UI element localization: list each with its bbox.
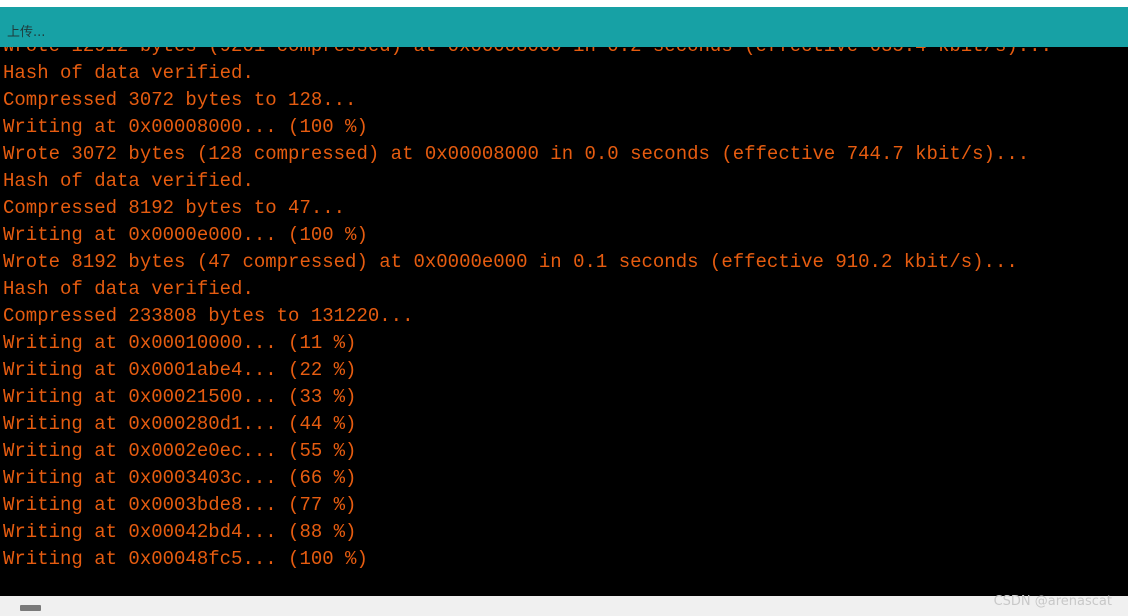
console-line: Writing at 0x00010000... (11 %)	[3, 332, 357, 354]
console-line: Hash of data verified.	[3, 170, 254, 192]
console-line: Writing at 0x00048fc5... (100 %)	[3, 548, 368, 570]
console-line: Wrote 8192 bytes (47 compressed) at 0x00…	[3, 251, 1018, 273]
upload-status-bar: 上传...	[0, 7, 1128, 47]
console-line: Writing at 0x0003403c... (66 %)	[3, 467, 357, 489]
console-line: Hash of data verified.	[3, 62, 254, 84]
console-line: Compressed 233808 bytes to 131220...	[3, 305, 414, 327]
console-line: Wrote 12912 bytes (9201 compressed) at 0…	[3, 47, 1052, 60]
console-line: Writing at 0x0002e0ec... (55 %)	[3, 440, 357, 462]
console-line: Hash of data verified.	[3, 278, 254, 300]
upload-status-text: 上传...	[7, 25, 46, 40]
console-line: Writing at 0x0001abe4... (22 %)	[3, 359, 357, 381]
watermark-text: CSDN @arenascat	[993, 594, 1112, 609]
bottom-scrollbar-track[interactable]	[0, 596, 1128, 616]
console-line: Compressed 8192 bytes to 47...	[3, 197, 346, 219]
scrollbar-thumb[interactable]	[20, 605, 41, 611]
serial-output-console[interactable]: Wrote 12912 bytes (9201 compressed) at 0…	[0, 47, 1128, 596]
console-line: Writing at 0x0000e000... (100 %)	[3, 224, 368, 246]
console-line: Writing at 0x000280d1... (44 %)	[3, 413, 357, 435]
console-line: Writing at 0x00008000... (100 %)	[3, 116, 368, 138]
console-line: Writing at 0x00042bd4... (88 %)	[3, 521, 357, 543]
console-line: Compressed 3072 bytes to 128...	[3, 89, 357, 111]
console-line: Writing at 0x0003bde8... (77 %)	[3, 494, 357, 516]
console-line: Writing at 0x00021500... (33 %)	[3, 386, 357, 408]
console-line: Wrote 3072 bytes (128 compressed) at 0x0…	[3, 143, 1030, 165]
